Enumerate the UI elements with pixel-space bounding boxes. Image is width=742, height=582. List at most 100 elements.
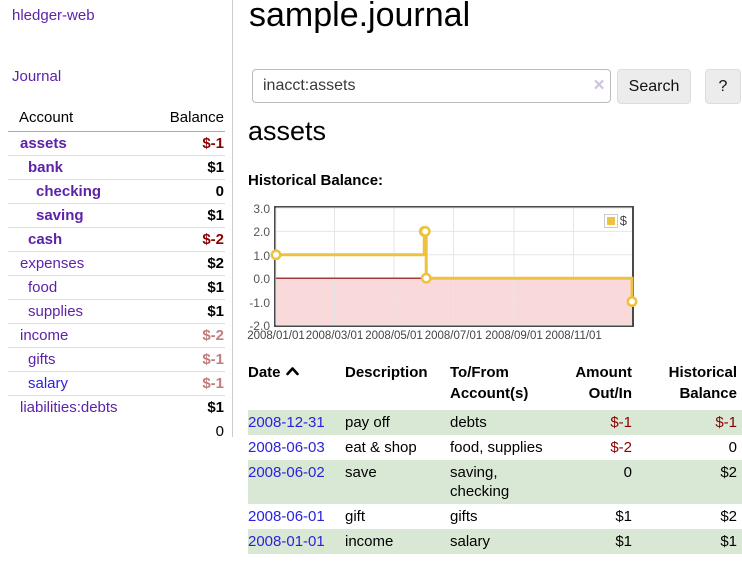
transaction-date-link[interactable]: 2008-12-31 <box>248 414 325 431</box>
search-button[interactable]: Search <box>617 69 691 104</box>
account-balance: $1 <box>143 204 225 228</box>
account-link[interactable]: food <box>28 279 57 296</box>
account-link[interactable]: expenses <box>20 255 84 272</box>
chart-legend: $ <box>603 212 628 229</box>
x-tick-label: 2008/05/01 <box>365 330 423 342</box>
transaction-date-link[interactable]: 2008-06-03 <box>248 439 325 456</box>
search-input[interactable] <box>252 69 611 103</box>
account-balance: $-2 <box>143 324 225 348</box>
legend-swatch <box>604 214 618 228</box>
transaction-amount: $1 <box>565 529 642 554</box>
accounts-table: Account Balance assets $-1 bank $1 checking 0… <box>8 106 225 444</box>
account-row: expenses$2 <box>8 252 225 276</box>
chart-plot-area: $ <box>274 206 634 327</box>
account-balance: $-1 <box>143 348 225 372</box>
transaction-balance: $1 <box>642 529 742 554</box>
account-balance: $-2 <box>143 228 225 252</box>
account-balance: 0 <box>143 180 225 204</box>
transaction-accounts: gifts <box>450 504 565 529</box>
transaction-description: pay off <box>345 410 450 435</box>
account-link[interactable]: supplies <box>28 303 83 320</box>
account-link[interactable]: cash <box>28 231 62 248</box>
transaction-balance: $2 <box>642 504 742 529</box>
register-col-accounts: To/From Account(s) <box>450 360 565 410</box>
y-tick-label: -1.0 <box>249 296 270 310</box>
sidebar-item-journal[interactable]: Journal <box>0 68 232 85</box>
account-link[interactable]: gifts <box>28 351 56 368</box>
account-link[interactable]: income <box>20 327 68 344</box>
account-balance: $1 <box>143 156 225 180</box>
y-tick-label: 0.0 <box>253 272 270 286</box>
accounts-header-row: Account Balance <box>8 106 225 132</box>
transaction-description: income <box>345 529 450 554</box>
brand-link[interactable]: hledger-web <box>0 0 232 24</box>
accounts-total-row: 0 <box>8 419 225 444</box>
transaction-balance: $2 <box>642 460 742 504</box>
sort-ascending-icon <box>286 362 299 383</box>
x-tick-label: 2008/01/01 <box>247 330 305 342</box>
x-tick-label: 2008/11/01 <box>545 330 602 342</box>
account-link[interactable]: checking <box>36 183 101 200</box>
register-row: 2008-01-01incomesalary$1$1 <box>248 529 742 554</box>
account-row: assets $-1 <box>8 132 225 156</box>
page-title: sample.journal <box>249 0 470 35</box>
transaction-date-link[interactable]: 2008-06-01 <box>248 508 325 525</box>
x-tick-label: 2008/07/01 <box>425 330 483 342</box>
account-link[interactable]: salary <box>28 375 68 392</box>
legend-swatch-fill <box>607 217 615 225</box>
account-row: bank $1 <box>8 156 225 180</box>
account-row: gifts $-1 <box>8 348 225 372</box>
main-content: sample.journal × Search ? assets Histori… <box>248 0 742 582</box>
legend-label: $ <box>620 213 627 228</box>
transaction-accounts: saving, checking <box>450 460 565 504</box>
account-link[interactable]: liabilities:debts <box>20 399 118 416</box>
transaction-description: gift <box>345 504 450 529</box>
transaction-date-link[interactable]: 2008-01-01 <box>248 533 325 550</box>
historical-balance-label: Historical Balance: <box>248 172 383 189</box>
historical-balance-chart: 3.02.01.00.0-1.0-2.0 $ 2008/01/012008/03… <box>248 203 742 348</box>
transaction-date-link[interactable]: 2008-06-02 <box>248 464 325 481</box>
sidebar: hledger-web Journal Account Balance asse… <box>0 0 233 437</box>
account-balance: $1 <box>143 396 225 420</box>
account-row: food $1 <box>8 276 225 300</box>
account-balance: $-1 <box>143 372 225 396</box>
register-col-date[interactable]: Date <box>248 360 345 410</box>
accounts-tbody: assets$-1bank$1checking0saving$1cash$-2e… <box>8 132 225 420</box>
register-tbody: 2008-12-31pay offdebts$-1$-12008-06-03ea… <box>248 410 742 554</box>
y-tick-label: 2.0 <box>253 225 270 239</box>
transaction-accounts: salary <box>450 529 565 554</box>
account-row: liabilities:debts $1 <box>8 396 225 420</box>
register-row: 2008-06-01 giftgifts$1$2 <box>248 504 742 529</box>
transaction-description: eat & shop <box>345 435 450 460</box>
transaction-amount: $1 <box>565 504 642 529</box>
accounts-col-balance: Balance <box>143 106 225 132</box>
register-header-row: Date Description To/From Account(s) Amou… <box>248 360 742 410</box>
x-tick-label: 2008/03/01 <box>306 330 364 342</box>
register-row: 2008-06-02savesaving, checking0$2 <box>248 460 742 504</box>
x-tick-label: 2008/09/01 <box>485 330 543 342</box>
account-heading: assets <box>248 116 326 147</box>
register-table: Date Description To/From Account(s) Amou… <box>248 360 742 554</box>
account-row: cash $-2 <box>8 228 225 252</box>
transaction-balance: 0 <box>642 435 742 460</box>
account-balance: $-1 <box>143 132 225 156</box>
account-link[interactable]: assets <box>20 135 67 152</box>
chart-x-axis-labels: 2008/01/012008/03/012008/05/012008/07/01… <box>276 330 632 346</box>
transaction-balance: $-1 <box>642 410 742 435</box>
register-row: 2008-12-31pay offdebts$-1$-1 <box>248 410 742 435</box>
account-row: saving $1 <box>8 204 225 228</box>
transaction-accounts: debts <box>450 410 565 435</box>
account-link[interactable]: saving <box>36 207 84 224</box>
transaction-description: save <box>345 460 450 504</box>
account-row: supplies$1 <box>8 300 225 324</box>
accounts-total-value: 0 <box>143 419 225 444</box>
account-row: salary $-1 <box>8 372 225 396</box>
search-form: × Search ? <box>252 69 742 105</box>
chart-y-axis-labels: 3.02.01.00.0-1.0-2.0 <box>248 208 270 329</box>
y-tick-label: 3.0 <box>253 202 270 216</box>
transaction-amount: $-1 <box>565 410 642 435</box>
account-link[interactable]: bank <box>28 159 63 176</box>
clear-search-icon[interactable]: × <box>590 74 608 98</box>
account-balance: $1 <box>143 276 225 300</box>
help-button[interactable]: ? <box>705 69 741 104</box>
